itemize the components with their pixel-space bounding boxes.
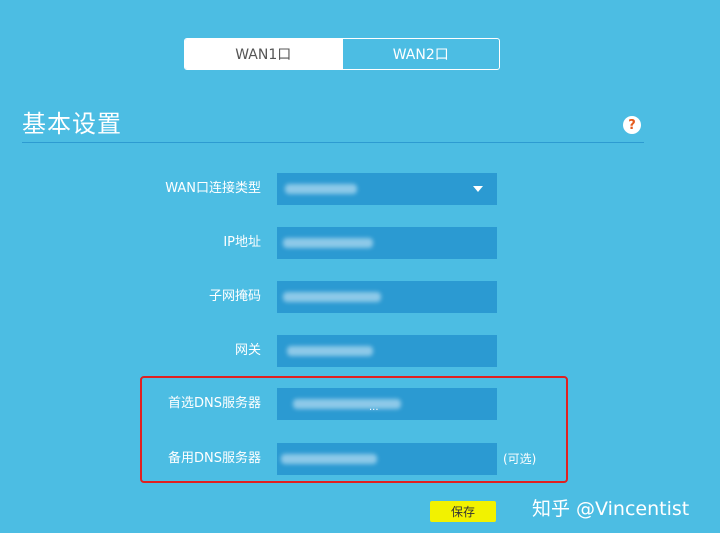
tab-wan1[interactable]: WAN1口 [185, 39, 342, 69]
redacted-value [287, 346, 373, 356]
gateway-input[interactable] [277, 335, 497, 367]
form-row-ip: IP地址 [0, 227, 720, 259]
subnet-label: 子网掩码 [208, 289, 261, 304]
watermark: 知乎 @Vincentist [532, 498, 690, 520]
form-row-gateway: 网关 [0, 335, 720, 367]
subnet-input[interactable] [277, 281, 497, 313]
redacted-value [283, 238, 373, 248]
dns-highlight-box [140, 376, 568, 483]
chevron-down-icon [473, 186, 483, 192]
wan-tab-bar: WAN1口 WAN2口 [184, 38, 500, 70]
wan-type-select[interactable] [277, 173, 497, 205]
tab-wan2[interactable]: WAN2口 [341, 39, 500, 69]
question-mark-icon[interactable]: ? [623, 116, 641, 134]
section-divider [22, 142, 644, 143]
form-row-wan-type: WAN口连接类型 [0, 173, 720, 205]
redacted-value [283, 292, 381, 302]
ip-input[interactable] [277, 227, 497, 259]
save-button[interactable]: 保存 [430, 501, 496, 522]
redacted-value [285, 184, 357, 194]
section-title: 基本设置 [22, 110, 122, 138]
gateway-label: 网关 [234, 343, 261, 358]
form-row-subnet: 子网掩码 [0, 281, 720, 313]
ip-label: IP地址 [223, 235, 261, 250]
wan-type-label: WAN口连接类型 [165, 181, 261, 196]
